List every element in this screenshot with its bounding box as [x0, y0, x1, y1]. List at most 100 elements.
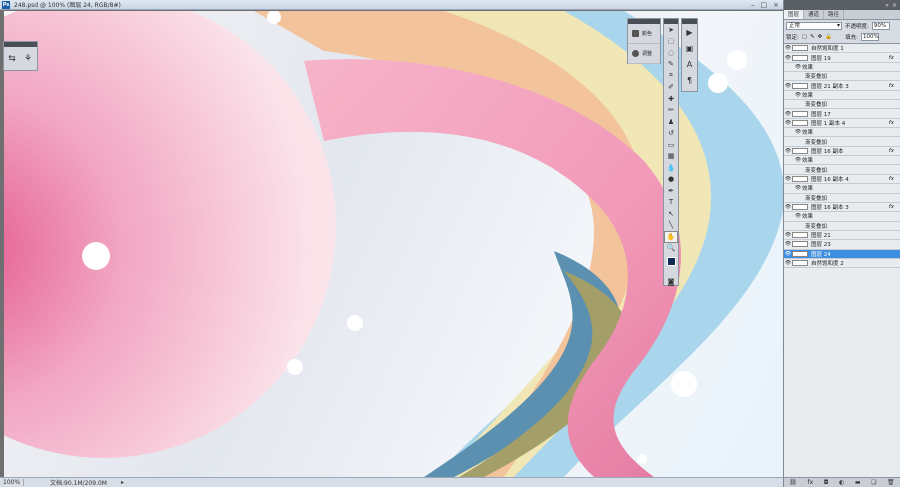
adjustment-layer-icon[interactable]: ◐ [839, 479, 844, 486]
crop-tool-icon[interactable]: ⌗ [664, 70, 678, 82]
layer-mask-icon[interactable]: ◘ [824, 479, 829, 486]
minimize-icon[interactable]: – [751, 1, 755, 9]
layer-row[interactable]: 👁 图层 17 [784, 109, 900, 119]
lock-transparent-icon[interactable]: ▢ [802, 34, 807, 40]
maximize-icon[interactable]: □ [761, 1, 768, 9]
visibility-eye-icon[interactable]: 👁 [784, 176, 792, 182]
quick-select-tool-icon[interactable]: ✎ [664, 59, 678, 71]
effects-eye-icon[interactable]: 👁 [794, 185, 802, 191]
new-group-icon[interactable]: ▬ [855, 479, 861, 486]
visibility-eye-icon[interactable]: 👁 [784, 260, 792, 266]
visibility-eye-icon[interactable]: 👁 [784, 232, 792, 238]
visibility-eye-icon[interactable]: 👁 [784, 120, 792, 126]
status-menu-icon[interactable]: ▸ [121, 479, 124, 486]
tab-layers[interactable]: 图层 [784, 10, 805, 19]
lock-move-icon[interactable]: ✥ [818, 34, 823, 40]
lock-paint-icon[interactable]: ✎ [810, 34, 815, 40]
brush-preset-icon[interactable]: ⚘ [23, 54, 33, 64]
effect-row[interactable]: 渐变叠加 [784, 222, 900, 231]
layer-row[interactable]: 👁 自然饱和度 1 [784, 44, 900, 54]
play-actions-icon[interactable]: ▶ [682, 24, 697, 40]
dodge-tool-icon[interactable]: ● [664, 174, 678, 186]
layer-row[interactable]: 👁 图层 16 副本 3 fx [784, 203, 900, 213]
effects-row[interactable]: 👁 效果 [784, 63, 900, 73]
layer-fx-icon[interactable]: fx [889, 55, 894, 61]
line-tool-icon[interactable]: ╲ [664, 220, 678, 232]
visibility-eye-icon[interactable]: 👁 [784, 148, 792, 154]
visibility-eye-icon[interactable]: 👁 [784, 251, 792, 257]
effect-row[interactable]: 渐变叠加 [784, 100, 900, 110]
layers-panel-header[interactable]: » × [784, 0, 900, 10]
hand-tool-icon[interactable]: ✋ [664, 231, 678, 243]
opacity-input[interactable]: 90% [871, 21, 890, 30]
layer-row[interactable]: 👁 图层 16 副本 fx [784, 147, 900, 157]
visibility-eye-icon[interactable]: 👁 [784, 55, 792, 61]
visibility-eye-icon[interactable]: 👁 [784, 241, 792, 247]
layer-row[interactable]: 👁 自然饱和度 2 [784, 259, 900, 269]
effects-eye-icon[interactable]: 👁 [794, 213, 802, 219]
tab-paths[interactable]: 路径 [824, 10, 845, 19]
visibility-eye-icon[interactable]: 👁 [784, 83, 792, 89]
layer-row[interactable]: 👁 图层 21 副本 3 fx [784, 81, 900, 91]
visibility-eye-icon[interactable]: 👁 [784, 204, 792, 210]
color-swatches[interactable] [664, 254, 678, 276]
close-panel-icon[interactable]: × [892, 2, 897, 9]
marquee-tool-icon[interactable]: ⬚ [664, 36, 678, 48]
character-icon[interactable]: A [682, 56, 697, 72]
navigator-icon[interactable]: ▣ [682, 40, 697, 56]
panel-header[interactable] [4, 42, 37, 47]
effects-row[interactable]: 👁 效果 [784, 91, 900, 101]
effects-eye-icon[interactable]: 👁 [794, 64, 802, 70]
close-icon[interactable]: × [773, 1, 779, 9]
link-layers-icon[interactable]: ⛓ [789, 479, 797, 486]
eyedropper-tool-icon[interactable]: ✐ [664, 82, 678, 94]
layer-row[interactable]: 👁 图层 23 [784, 240, 900, 250]
fill-input[interactable]: 100% [861, 32, 879, 41]
layer-fx-icon[interactable]: fx [889, 204, 894, 210]
lock-all-icon[interactable]: 🔒 [825, 34, 832, 40]
layer-row[interactable]: 👁 图层 19 fx [784, 53, 900, 63]
lasso-tool-icon[interactable]: ◌ [664, 47, 678, 59]
effect-row[interactable]: 渐变叠加 [784, 72, 900, 82]
effects-eye-icon[interactable]: 👁 [794, 157, 802, 163]
pen-tool-icon[interactable]: ✒ [664, 185, 678, 197]
effect-row[interactable]: 渐变叠加 [784, 165, 900, 175]
clone-stamp-tool-icon[interactable]: ♟ [664, 116, 678, 128]
layer-row[interactable]: 👁 图层 21 [784, 231, 900, 241]
color-panel-button[interactable]: 颜色 [628, 24, 660, 44]
effects-eye-icon[interactable]: 👁 [794, 92, 802, 98]
effects-row[interactable]: 👁 效果 [784, 128, 900, 138]
effect-row[interactable]: 渐变叠加 [784, 137, 900, 147]
sliders-icon[interactable]: ⇆ [7, 54, 17, 64]
effects-row[interactable]: 👁 效果 [784, 156, 900, 166]
zoom-tool-icon[interactable]: 🔍 [664, 243, 678, 255]
brush-tool-icon[interactable]: ✏ [664, 105, 678, 117]
path-select-tool-icon[interactable]: ↖ [664, 208, 678, 220]
foreground-color-swatch[interactable] [667, 257, 676, 266]
layer-fx-icon[interactable]: fx [889, 83, 894, 89]
move-tool-icon[interactable]: ➤ [664, 24, 678, 36]
eraser-tool-icon[interactable]: ▭ [664, 139, 678, 151]
layer-style-icon[interactable]: fx [807, 479, 813, 486]
adjust-panel-button[interactable]: 调整 [628, 44, 660, 64]
blend-mode-select[interactable]: 正常 [786, 21, 842, 30]
gradient-tool-icon[interactable]: ▦ [664, 151, 678, 163]
zoom-level[interactable]: 100% [0, 479, 24, 486]
quick-mask-icon[interactable]: ◙ [664, 276, 678, 288]
blur-tool-icon[interactable]: 💧 [664, 162, 678, 174]
effects-eye-icon[interactable]: 👁 [794, 129, 802, 135]
effect-row[interactable]: 渐变叠加 [784, 194, 900, 203]
collapse-icon[interactable]: » [885, 2, 889, 9]
layer-row[interactable]: 👁 图层 24 [784, 249, 900, 259]
tab-channels[interactable]: 通道 [804, 10, 825, 19]
visibility-eye-icon[interactable]: 👁 [784, 45, 792, 51]
layer-row[interactable]: 👁 图层 1 副本 4 fx [784, 119, 900, 129]
history-brush-tool-icon[interactable]: ↺ [664, 128, 678, 140]
visibility-eye-icon[interactable]: 👁 [784, 111, 792, 117]
effects-row[interactable]: 👁 效果 [784, 184, 900, 194]
layer-fx-icon[interactable]: fx [889, 120, 894, 126]
effects-row[interactable]: 👁 效果 [784, 212, 900, 222]
layer-fx-icon[interactable]: fx [889, 148, 894, 154]
layer-row[interactable]: 👁 图层 16 副本 4 fx [784, 175, 900, 185]
paragraph-icon[interactable]: ¶ [682, 72, 697, 88]
